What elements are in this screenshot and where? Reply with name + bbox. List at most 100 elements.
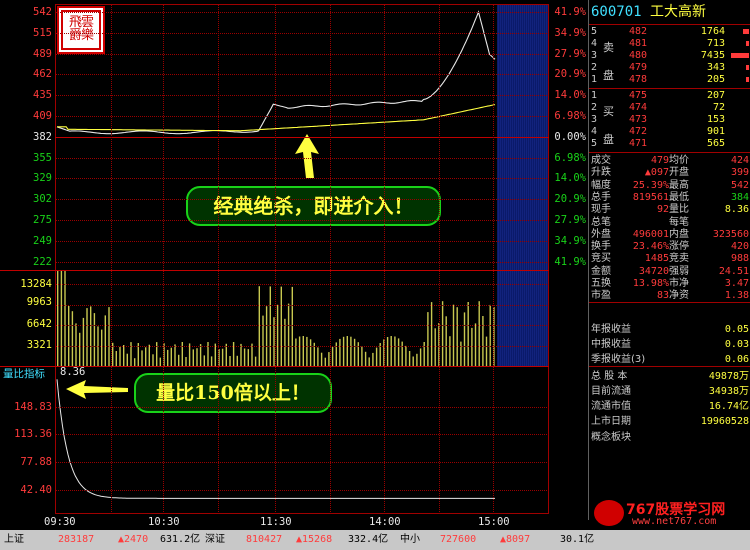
- quote-label: 五换: [591, 278, 611, 289]
- volume: 713: [706, 38, 725, 49]
- finance-label: 季报收益(3): [591, 354, 646, 365]
- intraday-chart[interactable]: [0, 0, 588, 530]
- level: 2: [591, 62, 598, 73]
- quote-value: 323560: [712, 228, 749, 240]
- volume-bar: [57, 271, 59, 366]
- volume-bar: [430, 302, 433, 366]
- level: 4: [591, 126, 598, 137]
- level: 1: [591, 90, 598, 101]
- volume-bar: [68, 306, 70, 366]
- finance-value: 0.05: [724, 324, 749, 335]
- quote-value: 1485: [644, 253, 669, 265]
- zx-change: ▲8097: [500, 534, 531, 545]
- volume-bar: [178, 354, 180, 366]
- level: 2: [591, 102, 598, 113]
- sh-amount: 631.2亿: [160, 534, 201, 545]
- volume-bar: [746, 41, 749, 46]
- volume-bar: [412, 356, 414, 366]
- volume: 343: [706, 62, 725, 73]
- volume-bar: [474, 323, 477, 366]
- grid-line: [55, 261, 549, 263]
- quote-value: 384: [730, 191, 749, 203]
- quote-label: 市净: [669, 278, 689, 289]
- grid-line: [55, 74, 549, 76]
- quote-value: 988: [730, 253, 749, 265]
- quote-label: 幅度: [591, 179, 611, 191]
- grid-line: [55, 178, 549, 180]
- separator: [589, 152, 750, 153]
- volume-bar: [115, 351, 117, 366]
- grid-line: [55, 434, 549, 435]
- volume-bar: [192, 349, 194, 366]
- zx-amount: 30.1亿: [560, 534, 595, 545]
- volume-bar: [199, 344, 202, 366]
- volume-bar: [441, 301, 444, 366]
- level: 4: [591, 38, 598, 49]
- volume-bar: [101, 329, 103, 366]
- quote-label: 外盘: [591, 228, 611, 240]
- shares-value: 19960528: [700, 416, 749, 427]
- quote-row: 市盈 83 净资 1.38: [589, 290, 750, 301]
- sh-label[interactable]: 上证: [4, 530, 24, 550]
- level: 1: [591, 74, 598, 85]
- grid-line: [439, 5, 440, 514]
- quote-row: 总笔 每笔: [589, 217, 750, 228]
- volume-bar: [295, 338, 297, 366]
- volume-bar: [254, 356, 257, 366]
- quote-label: 竞买: [591, 253, 611, 265]
- quote-row: 五换 13.98% 市净 3.47: [589, 278, 750, 289]
- grid-line: [55, 346, 549, 347]
- grid-line: [163, 5, 164, 514]
- sz-label[interactable]: 深证: [205, 530, 225, 550]
- quote-row: 换手 23.46% 涨停 420: [589, 241, 750, 252]
- shares-row: 总 股 本 49878万: [589, 371, 750, 382]
- grid-line: [493, 5, 494, 514]
- finance-label: 年报收益: [591, 324, 631, 335]
- quote-label: 内盘: [669, 228, 689, 240]
- volume-bar: [350, 336, 352, 366]
- volume-bar: [434, 328, 436, 366]
- volume-bar: [104, 315, 106, 366]
- volume-bar: [746, 65, 749, 70]
- price: 473: [629, 114, 648, 125]
- concept-block[interactable]: 概念板块: [589, 432, 750, 443]
- volume-bar: [743, 29, 749, 34]
- volume-bar: [269, 286, 271, 366]
- volume-bar: [167, 349, 169, 366]
- shares-value: 34938万: [708, 386, 749, 397]
- volume-bar: [408, 351, 411, 366]
- grid-line: [384, 5, 385, 514]
- quote-row: 金额 34720 强弱 24.51: [589, 266, 750, 277]
- price: 482: [629, 26, 648, 37]
- quote-value: 3.47: [724, 278, 749, 289]
- sz-index: 810427: [246, 534, 283, 545]
- volume-bar: [265, 306, 268, 366]
- volume-bar: [152, 354, 154, 366]
- volume-bar: [463, 312, 466, 366]
- volume-bar: [86, 308, 88, 366]
- volume-bar: [746, 77, 749, 82]
- volume-bar: [397, 338, 400, 366]
- quote-label: 市盈: [591, 290, 611, 302]
- volume-bar: [390, 336, 392, 366]
- price: 475: [629, 90, 648, 101]
- volume-bar: [126, 353, 128, 366]
- price: 474: [629, 102, 648, 113]
- separator: [589, 366, 750, 367]
- level: 5: [591, 138, 598, 149]
- grid-line: [111, 5, 112, 514]
- quote-label: 换手: [591, 241, 611, 253]
- grid-line: [330, 5, 331, 514]
- zx-label[interactable]: 中小: [400, 530, 420, 550]
- volume-bar: [405, 345, 407, 366]
- stock-name[interactable]: 工大高新: [650, 4, 706, 20]
- volume: 565: [706, 138, 725, 149]
- shares-label: 流通市值: [591, 401, 631, 412]
- watermark-url: www.net767.com: [632, 516, 717, 527]
- volume-bar: [196, 348, 198, 366]
- volume-bar: [203, 355, 205, 366]
- arrow-left-icon: [66, 380, 128, 399]
- volume-bar: [346, 336, 348, 366]
- volume-bar: [170, 347, 172, 366]
- stock-code[interactable]: 600701: [591, 4, 642, 20]
